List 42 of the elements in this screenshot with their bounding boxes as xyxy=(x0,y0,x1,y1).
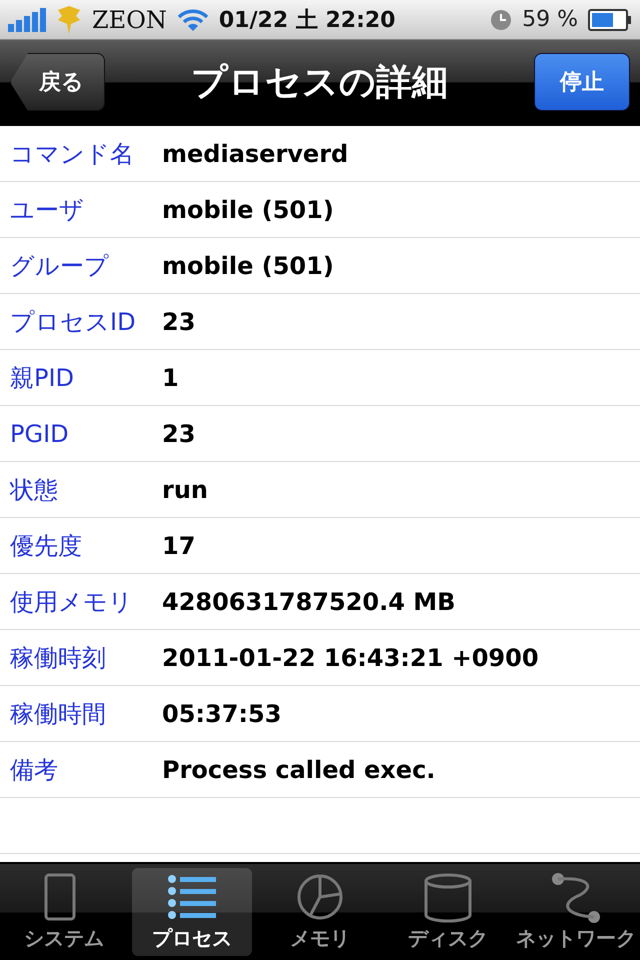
stop-button[interactable]: 停止 xyxy=(534,53,630,111)
battery-icon xyxy=(588,8,632,30)
battery-percent: 59 % xyxy=(522,7,578,32)
field-label: 稼働時間 xyxy=(9,698,107,730)
field-label: PGID xyxy=(9,420,70,448)
back-button[interactable]: 戻る xyxy=(10,53,105,111)
curve-icon xyxy=(550,873,602,923)
field-label: グループ xyxy=(9,250,110,282)
clock-icon xyxy=(490,8,512,30)
field-value: 4280631787520.4 MB xyxy=(162,588,456,616)
field-value: mobile (501) xyxy=(162,252,334,280)
carrier-name: ZEON xyxy=(92,6,167,34)
field-label: コマンド名 xyxy=(9,138,135,170)
wifi-icon xyxy=(176,8,209,32)
field-value: 2011-01-22 16:43:21 +0900 xyxy=(162,644,539,672)
field-label: 使用メモリ xyxy=(9,586,134,618)
field-value: Process called exec. xyxy=(162,756,436,784)
tab[interactable]: メモリ xyxy=(260,868,380,956)
field-value: mobile (501) xyxy=(162,196,334,224)
field-label: 状態 xyxy=(8,474,59,506)
field-value: 05:37:53 xyxy=(162,700,282,728)
field-value: 17 xyxy=(162,532,196,560)
tab[interactable]: ディスク xyxy=(388,868,508,956)
field-value: 23 xyxy=(162,308,196,336)
field-label: プロセスID xyxy=(9,306,137,338)
field-value: mediaserverd xyxy=(162,140,348,168)
tab[interactable]: ネットワーク xyxy=(516,868,636,956)
field-value: run xyxy=(162,476,208,504)
field-label: 稼働時刻 xyxy=(9,642,107,674)
field-value: 23 xyxy=(162,420,196,448)
field-label: 備考 xyxy=(9,754,59,786)
screen-title: プロセスの詳細 xyxy=(190,60,449,104)
cylinder-icon xyxy=(422,873,474,923)
tab[interactable]: システム xyxy=(4,868,124,956)
tab[interactable]: プロセス xyxy=(132,868,252,956)
status-time: 01/22 土 22:20 xyxy=(218,6,396,34)
field-label: ユーザ xyxy=(9,194,85,226)
signal-icon xyxy=(8,8,46,32)
field-label: 優先度 xyxy=(9,530,83,562)
field-value: 1 xyxy=(162,364,179,392)
emblem-icon xyxy=(56,6,82,34)
field-label: 親PID xyxy=(9,362,76,394)
